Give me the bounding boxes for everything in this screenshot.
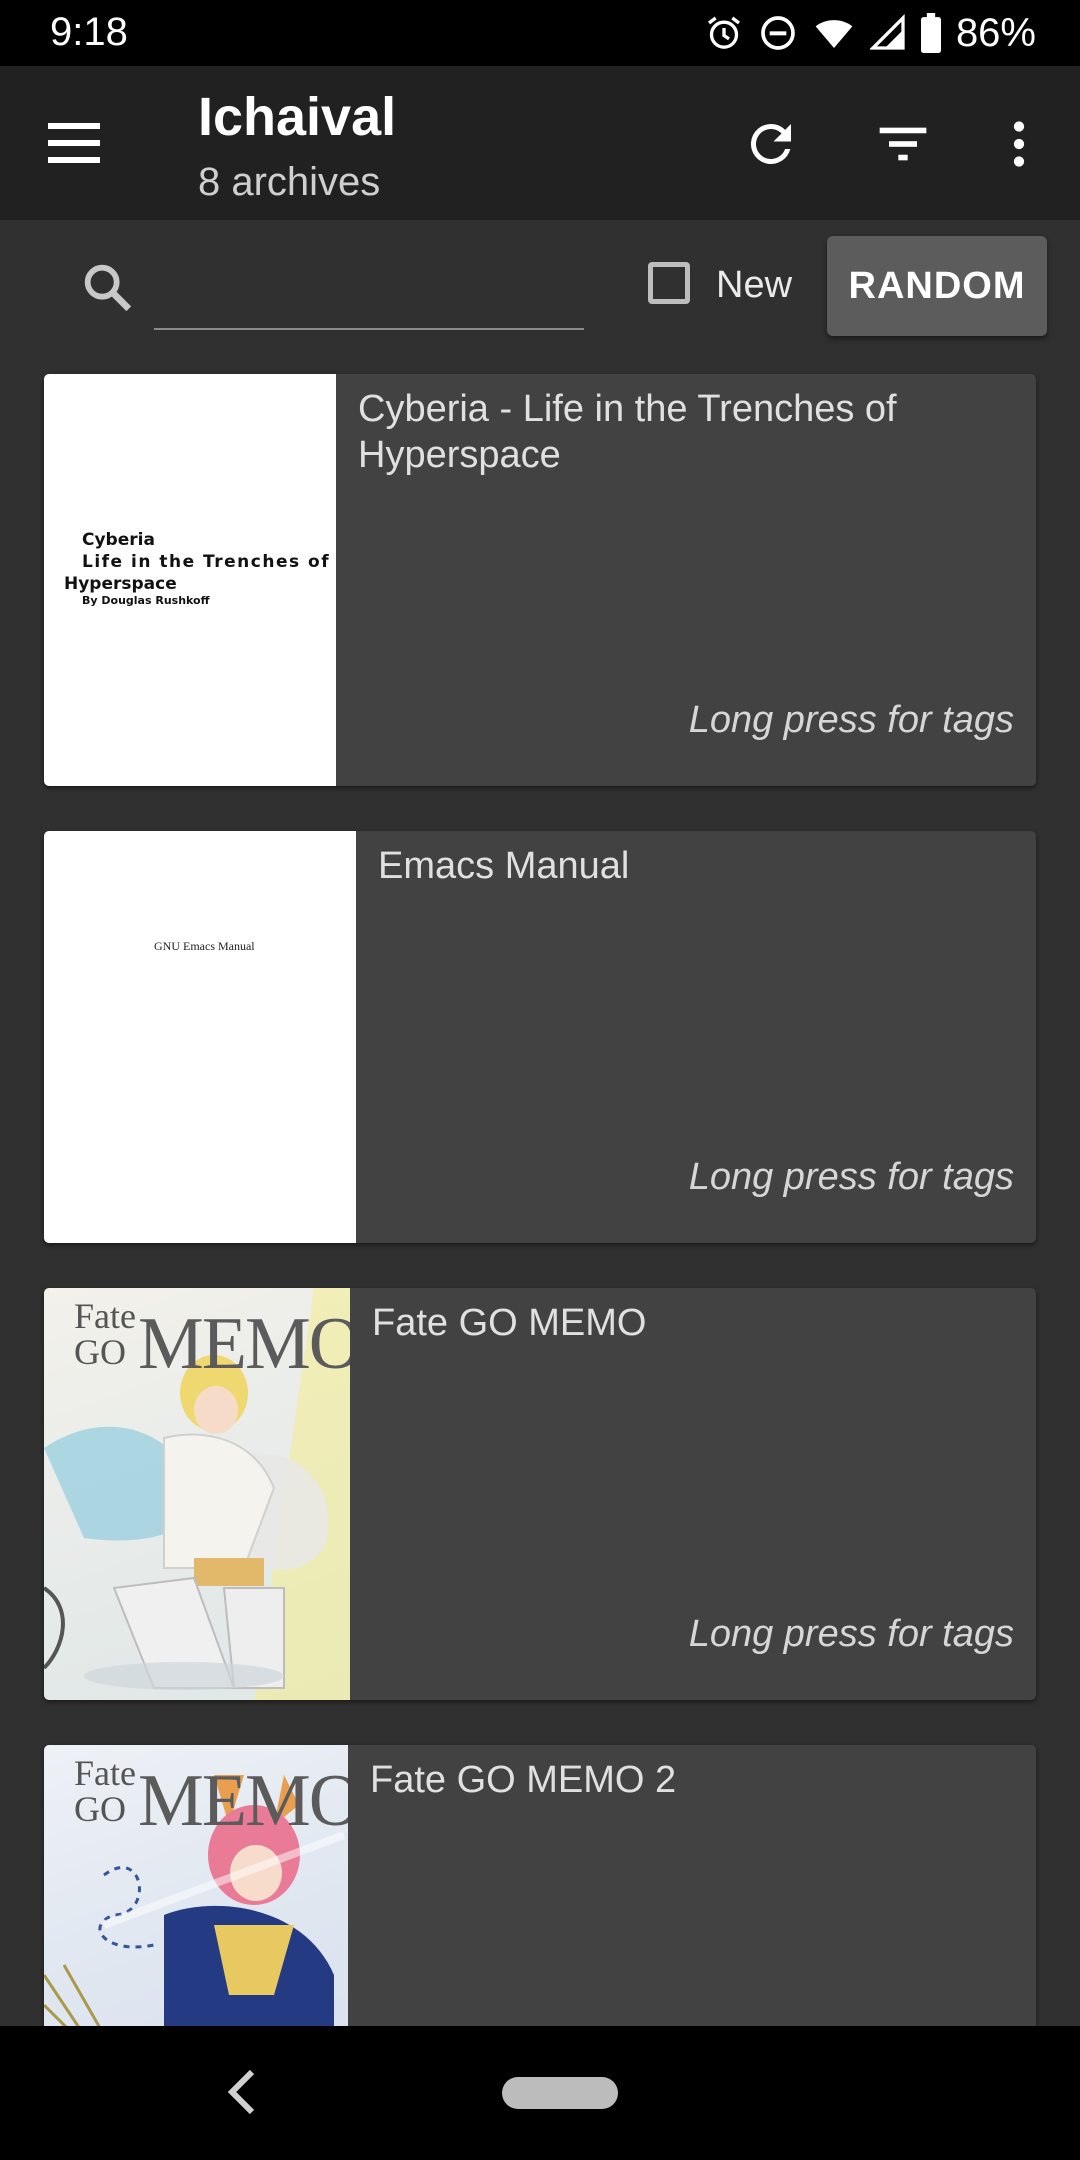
archive-thumbnail: Cyberia Life in the Trenches of Hyperspa… [44,374,336,786]
cover-logo-text: MEMO [138,1760,348,1842]
archive-card[interactable]: GNU Emacs Manual Emacs Manual Long press… [44,831,1036,1243]
more-vert-icon [1013,121,1025,167]
archive-title: Emacs Manual [378,845,630,887]
cover-logo-text: GO [74,1789,126,1829]
archive-title: Fate GO MEMO [372,1302,647,1344]
cover-image: Fate GO MEMO [44,1745,348,2026]
filter-button[interactable] [867,108,939,180]
tags-hint: Long press for tags [688,1156,1014,1198]
cover-text: Hyperspace [64,574,177,594]
app-bar: Ichaival 8 archives [0,66,1080,220]
status-time: 9:18 [50,10,128,54]
cover-logo: Fate GO MEMO [74,1296,350,1385]
refresh-button[interactable] [735,108,807,180]
search-icon [84,264,132,312]
cover-image: Fate GO MEMO [44,1288,350,1700]
filter-icon [879,127,927,161]
archive-thumbnail: Fate GO MEMO [44,1745,348,2026]
cover-image: Cyberia Life in the Trenches of Hyperspa… [44,374,336,786]
battery-icon [920,13,941,53]
tags-hint: Long press for tags [688,699,1014,741]
archive-card[interactable]: Cyberia Life in the Trenches of Hyperspa… [44,374,1036,786]
random-button[interactable]: RANDOM [827,236,1047,336]
navigation-bar [0,2026,1080,2160]
cover-text: Cyberia [82,530,155,550]
app-title: Ichaival [198,87,397,147]
search-input[interactable] [154,250,584,330]
archive-count: 8 archives [198,160,381,204]
archive-thumbnail: GNU Emacs Manual [44,831,356,1243]
cover-logo-text: MEMO [138,1303,350,1385]
battery-percent: 86% [955,10,1036,55]
cover-logo-text: Fate [74,1296,136,1336]
cover-image: GNU Emacs Manual [44,831,356,1243]
status-bar: 9:18 86% [0,0,1080,66]
menu-icon[interactable] [44,117,104,169]
cover-text: By Douglas Rushkoff [82,594,210,607]
new-checkbox-label: New [716,264,793,306]
archive-card[interactable]: Fate GO MEMO Fate GO MEMO 2 [44,1745,1036,2026]
cover-logo: Fate GO MEMO [74,1753,348,1842]
signal-icon [869,14,905,50]
status-icons: 86% [704,8,1036,58]
archive-card[interactable]: Fate GO MEMO Fate GO MEMO Long press for… [44,1288,1036,1700]
tags-hint: Long press for tags [688,1613,1014,1655]
cover-text: GNU Emacs Manual [154,939,255,953]
cover-logo-text: Fate [74,1753,136,1793]
alarm-icon [707,16,740,49]
refresh-icon [750,123,791,164]
dnd-icon [761,16,795,50]
archive-title: Cyberia - Life in the Trenches of Hypers… [358,388,897,476]
cover-logo-text: GO [74,1332,126,1372]
archive-list: Cyberia Life in the Trenches of Hyperspa… [0,360,1080,2026]
more-options-button[interactable] [983,108,1055,180]
home-pill[interactable] [502,2077,618,2109]
archive-thumbnail: Fate GO MEMO [44,1288,350,1700]
cover-text: Life in the Trenches of [82,552,331,572]
back-icon[interactable] [222,2066,262,2118]
new-checkbox[interactable] [648,262,690,304]
archive-title: Fate GO MEMO 2 [370,1759,677,1801]
search-row: New RANDOM [0,220,1080,360]
wifi-icon [815,20,853,48]
